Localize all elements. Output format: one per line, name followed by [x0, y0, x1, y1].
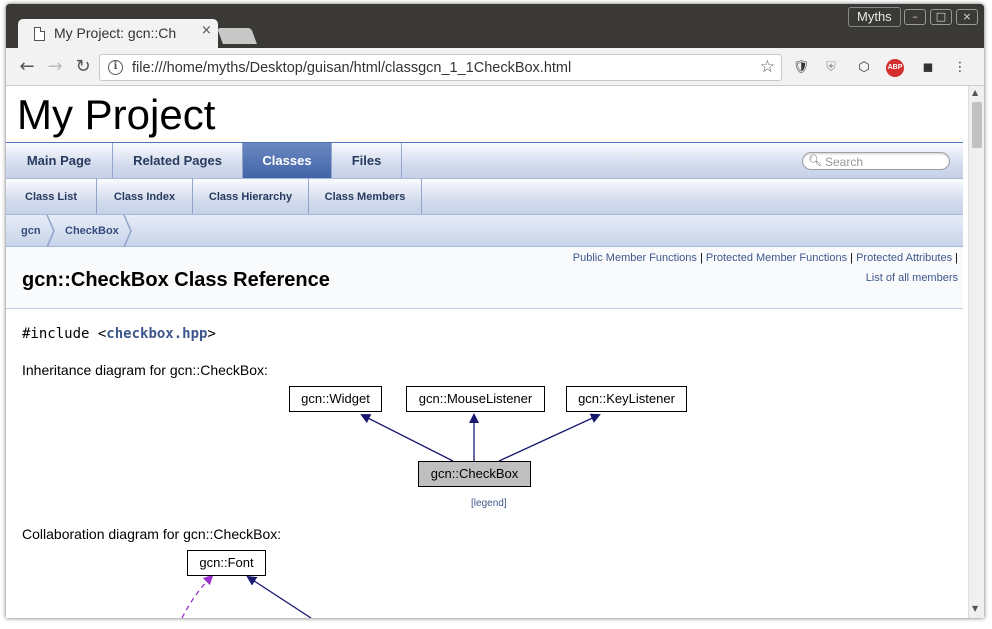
- doxygen-page: My Project Main Page Related Pages Class…: [6, 86, 963, 618]
- node-mouse-listener[interactable]: gcn::MouseListener: [406, 386, 545, 412]
- mask-icon[interactable]: ◼: [919, 59, 937, 77]
- document-icon: [34, 27, 45, 41]
- profile-button[interactable]: Myths: [848, 7, 901, 27]
- node-font[interactable]: gcn::Font: [187, 550, 266, 576]
- scrollbar-thumb[interactable]: [972, 102, 982, 148]
- scroll-up-icon[interactable]: ▲: [972, 88, 978, 97]
- ublock-icon[interactable]: ⛨: [822, 59, 840, 77]
- close-window-button[interactable]: ×: [956, 9, 978, 25]
- edge-key-listener: [498, 413, 601, 462]
- edge-widget: [360, 414, 454, 462]
- page-viewport: My Project Main Page Related Pages Class…: [6, 86, 984, 618]
- menu-icon[interactable]: ⋮: [951, 59, 969, 77]
- url-text[interactable]: file:///home/myths/Desktop/guisan/html/c…: [132, 60, 571, 76]
- node-checkbox: gcn::CheckBox: [418, 461, 531, 487]
- vertical-scrollbar[interactable]: ▲ ▼: [968, 86, 984, 618]
- browser-toolbar: ← → ↻ i file:///home/myths/Desktop/guisa…: [6, 48, 984, 86]
- address-bar[interactable]: i file:///home/myths/Desktop/guisan/html…: [99, 54, 782, 81]
- node-key-listener[interactable]: gcn::KeyListener: [566, 386, 687, 412]
- back-arrow-icon[interactable]: ←: [16, 56, 38, 78]
- legend-link-label[interactable]: legend: [474, 498, 504, 509]
- tab-title: My Project: gcn::Ch: [54, 25, 177, 41]
- forward-arrow-icon[interactable]: →: [44, 56, 66, 78]
- edge-font-dashed: [181, 574, 214, 618]
- title-bar: My Project: gcn::Ch × Myths – □ ×: [6, 4, 984, 49]
- browser-tab[interactable]: My Project: gcn::Ch ×: [18, 19, 218, 49]
- abp-icon[interactable]: ABP: [886, 59, 904, 77]
- edge-font: [246, 575, 312, 618]
- new-tab-button[interactable]: [217, 28, 257, 44]
- maximize-button[interactable]: □: [930, 9, 952, 25]
- shield-icon[interactable]: 🛡: [792, 59, 810, 77]
- tab-close-icon[interactable]: ×: [201, 23, 212, 38]
- minimize-button[interactable]: –: [904, 9, 926, 25]
- bookmark-star-icon[interactable]: ☆: [760, 57, 775, 77]
- browser-window: My Project: gcn::Ch × Myths – □ × ← → ↻ …: [6, 4, 984, 618]
- reload-icon[interactable]: ↻: [72, 56, 94, 78]
- info-icon[interactable]: i: [108, 60, 123, 75]
- scroll-down-icon[interactable]: ▼: [972, 604, 978, 613]
- collaboration-label: Collaboration diagram for gcn::CheckBox:: [22, 526, 282, 542]
- node-widget[interactable]: gcn::Widget: [289, 386, 382, 412]
- legend-link[interactable]: [legend]: [471, 498, 507, 509]
- cube-icon[interactable]: ⬡: [855, 59, 873, 77]
